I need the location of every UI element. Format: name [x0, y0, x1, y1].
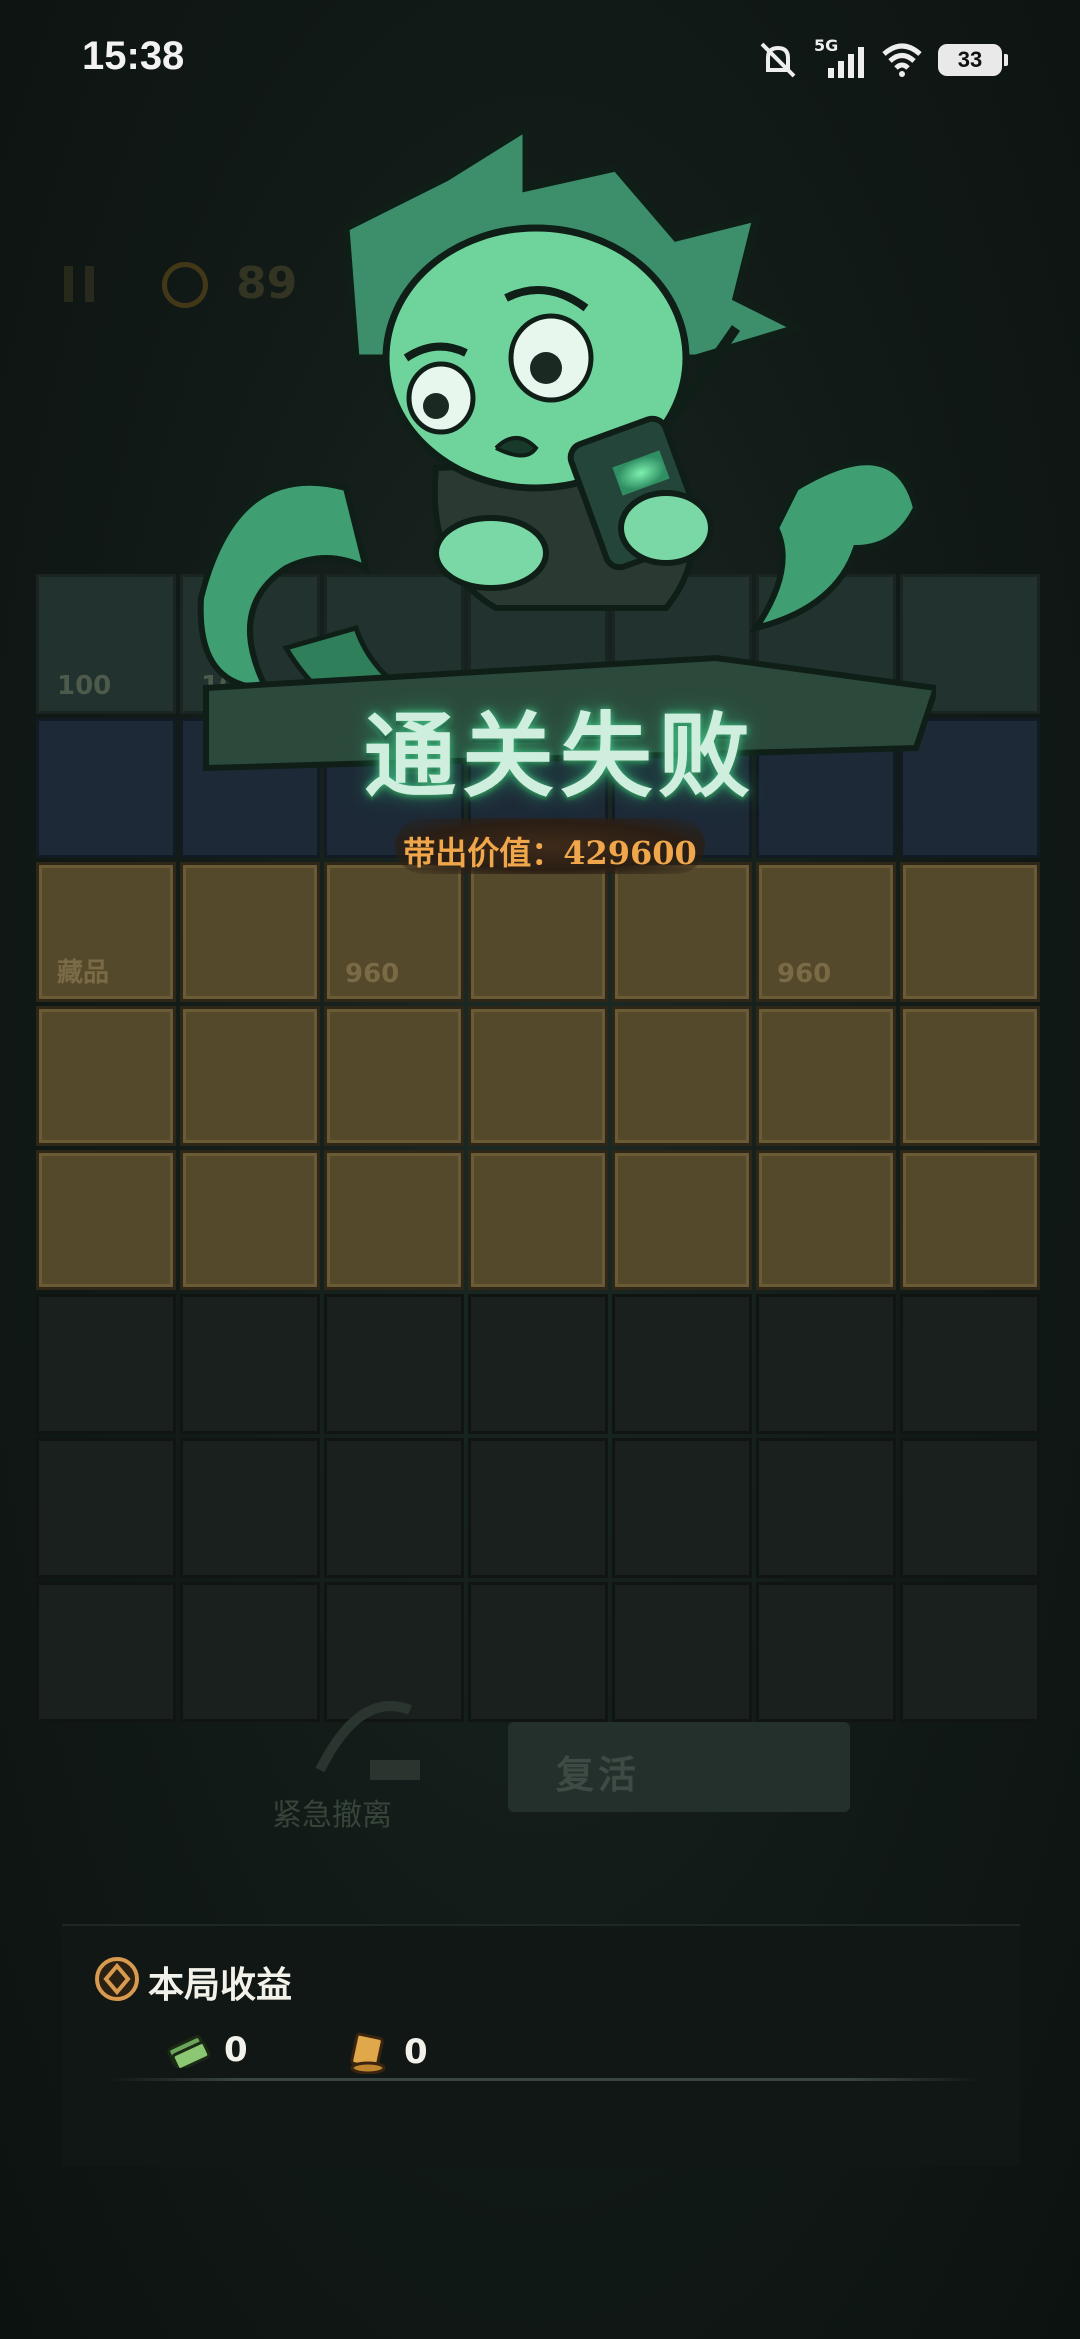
grid-cell: 960	[324, 862, 464, 1002]
grid-cell: 100	[36, 574, 176, 714]
earnings-coin-icon	[95, 1957, 139, 2001]
grid-cell	[468, 1294, 608, 1434]
grid-cell	[756, 1438, 896, 1578]
grid-cell	[180, 1150, 320, 1290]
grid-cell	[36, 1438, 176, 1578]
grid-cell	[468, 1006, 608, 1146]
grid-cell	[900, 1294, 1040, 1434]
grid-cell: 藏品	[36, 862, 176, 1002]
mute-icon	[760, 42, 796, 78]
scroll-amount: 0	[404, 2032, 428, 2072]
earnings-panel: 本局收益 0 0	[62, 1924, 1020, 2166]
grid-cell	[180, 1006, 320, 1146]
grid-cell	[468, 1438, 608, 1578]
evacuate-button[interactable]: 紧急撤离	[272, 1790, 392, 1834]
item-price: 100	[57, 671, 112, 701]
grid-cell	[324, 1150, 464, 1290]
grid-cell	[180, 1294, 320, 1434]
grid-cell	[612, 1438, 752, 1578]
revive-button[interactable]: 复活	[508, 1722, 850, 1812]
grid-cell	[612, 862, 752, 1002]
signal-icon: 5G	[814, 36, 866, 80]
wifi-icon	[882, 43, 922, 77]
grid-cell: 960	[756, 862, 896, 1002]
grid-cell	[900, 1150, 1040, 1290]
grid-cell	[612, 1006, 752, 1146]
scroll-icon	[350, 2032, 386, 2074]
grid-cell	[36, 1294, 176, 1434]
carry-out-value: 带出价值：429600	[403, 834, 697, 872]
grid-cell	[324, 1006, 464, 1146]
grid-cell	[900, 862, 1040, 1002]
earnings-cash: 0	[166, 2030, 248, 2070]
battery-indicator: 33	[938, 44, 1008, 76]
grid-cell	[612, 1150, 752, 1290]
grid-cell	[324, 1294, 464, 1434]
grid-cell	[468, 862, 608, 1002]
grid-cell	[900, 1438, 1040, 1578]
status-time: 15:38	[82, 34, 185, 78]
grid-cell	[756, 1294, 896, 1434]
stage-failed-title: 通关失败	[363, 702, 756, 810]
grid-cell	[36, 718, 176, 858]
grid-cell	[756, 1150, 896, 1290]
collectible-label: 藏品	[57, 958, 110, 988]
grid-cell	[468, 1150, 608, 1290]
grid-cell	[180, 862, 320, 1002]
revive-label: 复活	[556, 1753, 641, 1797]
status-icons: 5G 33	[756, 36, 1008, 82]
earnings-scroll: 0	[346, 2030, 428, 2074]
item-price: 960	[777, 959, 832, 989]
evacuate-icon	[315, 1701, 420, 1780]
earnings-divider	[106, 2078, 982, 2081]
earnings-title: 本局收益	[148, 1964, 293, 2006]
cash-amount: 0	[224, 2030, 248, 2070]
grid-cell	[180, 1438, 320, 1578]
carry-out-value-plate: 带出价值：429600	[395, 818, 705, 874]
status-bar: 15:38 5G 33	[0, 0, 1080, 120]
grid-cell	[36, 1150, 176, 1290]
signal-bars-icon	[828, 47, 864, 78]
grid-cell	[612, 1294, 752, 1434]
cash-icon	[167, 2035, 210, 2068]
grid-cell	[36, 1006, 176, 1146]
grid-cell	[900, 1006, 1040, 1146]
pause-icon	[64, 266, 94, 302]
grid-cell	[324, 1438, 464, 1578]
item-price: 960	[345, 959, 400, 989]
game-screen: 89 100 100 100 藏品 960 960	[0, 0, 1080, 2339]
grid-cell	[756, 1006, 896, 1146]
